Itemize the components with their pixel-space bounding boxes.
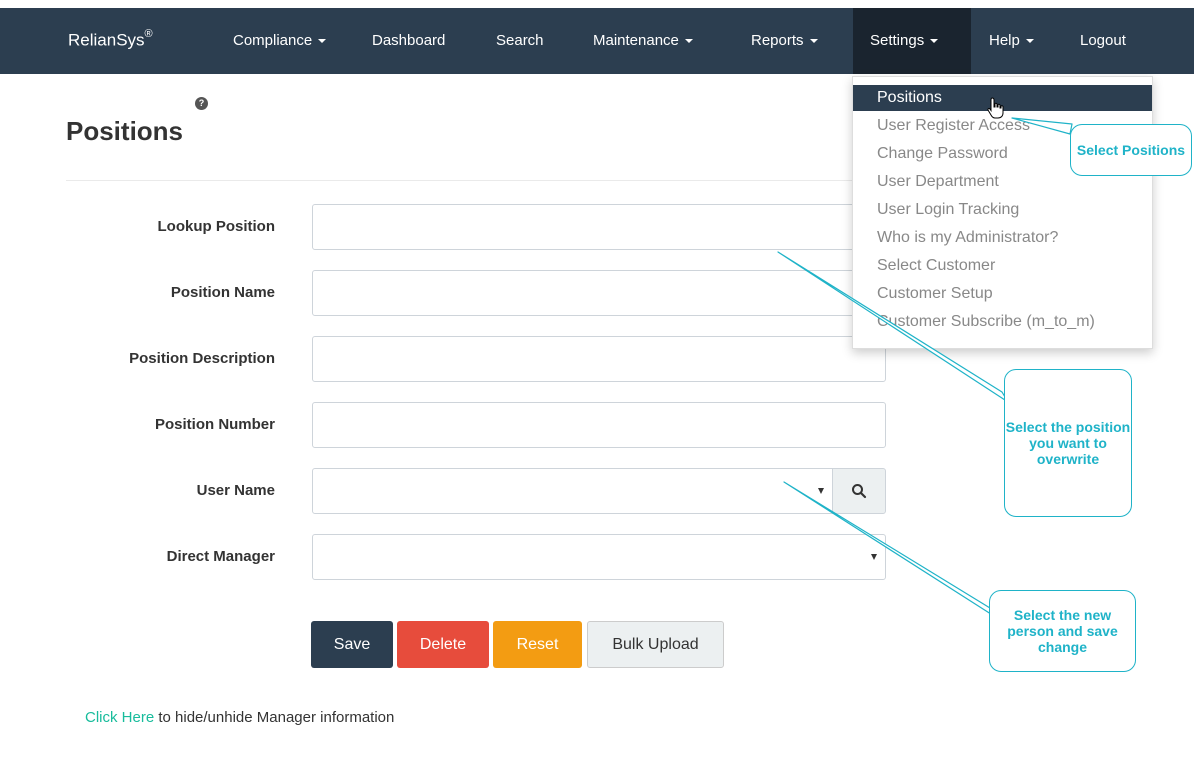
menu-item-positions[interactable]: Positions xyxy=(853,85,1152,111)
save-button[interactable]: Save xyxy=(311,621,393,668)
caret-down-icon xyxy=(684,39,693,44)
top-strip xyxy=(0,0,1194,8)
menu-item-user-login-tracking[interactable]: User Login Tracking xyxy=(853,197,1152,223)
user-name-select[interactable] xyxy=(312,468,833,514)
lookup-position-input[interactable] xyxy=(312,204,886,250)
caret-down-icon xyxy=(1025,39,1034,44)
caret-down-icon xyxy=(930,39,939,44)
nav-help[interactable]: Help xyxy=(989,32,1034,49)
toggle-manager-link[interactable]: Click Here xyxy=(85,709,154,726)
nav-settings[interactable]: Settings xyxy=(870,32,939,49)
page-title: Positions xyxy=(66,116,184,146)
top-navbar: RelianSys® Compliance Dashboard Search M… xyxy=(0,8,1194,74)
position-number-input[interactable] xyxy=(312,402,886,448)
menu-item-who-is-my-administrator[interactable]: Who is my Administrator? xyxy=(853,225,1152,251)
nav-compliance[interactable]: Compliance xyxy=(233,32,327,49)
brand-logo[interactable]: RelianSys® xyxy=(68,28,153,51)
settings-dropdown-menu: Positions User Register Access Change Pa… xyxy=(852,76,1153,349)
search-icon xyxy=(852,484,867,499)
caret-down-icon xyxy=(318,39,327,44)
caret-down-icon xyxy=(809,39,818,44)
position-description-label: Position Description xyxy=(129,350,275,367)
callout-select-position-overwrite: Select the position you want to overwrit… xyxy=(1004,369,1132,517)
menu-item-customer-setup[interactable]: Customer Setup xyxy=(853,281,1152,307)
position-number-label: Position Number xyxy=(154,416,275,433)
direct-manager-select[interactable] xyxy=(312,534,886,580)
nav-logout[interactable]: Logout xyxy=(1080,32,1126,49)
bulk-upload-button[interactable]: Bulk Upload xyxy=(587,621,724,668)
nav-search[interactable]: Search xyxy=(496,32,544,49)
direct-manager-label: Direct Manager xyxy=(166,548,275,565)
nav-dashboard[interactable]: Dashboard xyxy=(372,32,445,49)
user-search-button[interactable] xyxy=(832,468,886,514)
callout-select-new-person: Select the new person and save change xyxy=(989,590,1136,672)
position-name-input[interactable] xyxy=(312,270,886,316)
manager-toggle-text: Click Here to hide/unhide Manager inform… xyxy=(85,709,395,726)
position-name-label: Position Name xyxy=(170,284,275,301)
nav-reports[interactable]: Reports xyxy=(751,32,818,49)
reset-button[interactable]: Reset xyxy=(493,621,582,668)
menu-item-select-customer[interactable]: Select Customer xyxy=(853,253,1152,279)
user-name-label: User Name xyxy=(196,482,275,499)
dropdown-arrow-icon xyxy=(818,488,824,494)
nav-maintenance[interactable]: Maintenance xyxy=(593,32,693,49)
menu-item-customer-subscribe[interactable]: Customer Subscribe (m_to_m) xyxy=(853,309,1152,335)
callout-select-positions: Select Positions xyxy=(1070,124,1192,176)
lookup-position-label: Lookup Position xyxy=(157,218,276,235)
help-icon[interactable]: ? xyxy=(195,97,208,110)
dropdown-arrow-icon xyxy=(871,554,877,560)
position-description-input[interactable] xyxy=(312,336,886,382)
delete-button[interactable]: Delete xyxy=(397,621,489,668)
